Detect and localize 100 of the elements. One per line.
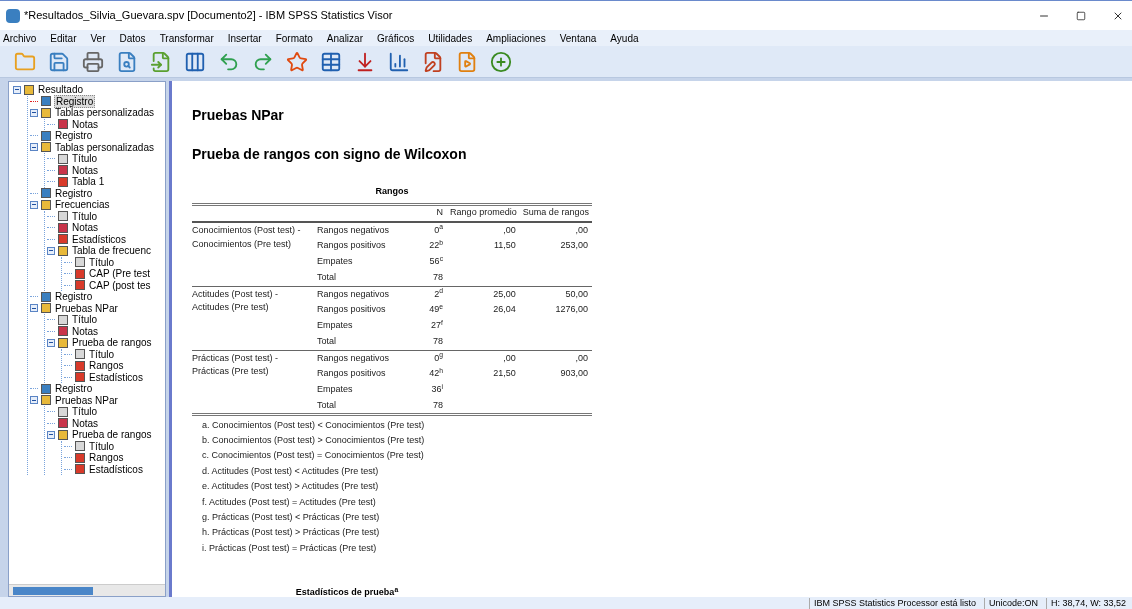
table-cell: Total: [317, 399, 336, 410]
document-search-icon[interactable]: [116, 50, 138, 73]
table-cell: 27$^{f}$: [431, 320, 443, 331]
menu-item[interactable]: Archivo: [3, 30, 37, 46]
tree-item[interactable]: Notas: [71, 118, 100, 130]
table-cell: Rangos positivos: [317, 304, 386, 315]
tree-item[interactable]: Registro: [54, 291, 94, 303]
plus-circle-icon[interactable]: [490, 50, 512, 73]
collapse-icon[interactable]: [30, 396, 38, 405]
tree-item[interactable]: Pruebas NPar: [54, 302, 119, 314]
star-icon[interactable]: [286, 50, 308, 73]
tree-item[interactable]: Registro: [54, 130, 94, 142]
table-cell: 50,00: [565, 288, 588, 299]
column-header: N: [436, 206, 443, 217]
table-footnote: d. Actitudes (Post test) < Actitudes (Pre test): [202, 464, 380, 478]
tree-item[interactable]: Título: [71, 314, 98, 326]
menu-item[interactable]: Utilidades: [428, 30, 473, 46]
table-cell: 21,50: [493, 368, 516, 379]
table-cell: 903,00: [560, 368, 588, 379]
window-title: *Resultados_Silvia_Guevara.spv [Documento2] - IBM SPSS Statistics Visor: [24, 8, 393, 24]
tree-item[interactable]: Registro: [54, 94, 96, 108]
tree-item[interactable]: Título: [88, 256, 115, 268]
tree-item[interactable]: Notas: [71, 164, 100, 176]
tree-item[interactable]: Título: [71, 406, 98, 418]
collapse-icon[interactable]: [47, 430, 55, 439]
tree-item[interactable]: Tabla de frecuenc: [71, 245, 152, 257]
table-cell: 36$^{i}$: [431, 384, 443, 395]
collapse-icon[interactable]: [47, 338, 55, 347]
table-cell: Total: [317, 336, 336, 346]
app-icon: [6, 8, 20, 23]
table-cell: 1276,00: [555, 304, 588, 315]
table-cell: ,00: [575, 224, 588, 235]
printer-icon[interactable]: [82, 50, 104, 73]
table-cell: Rangos positivos: [317, 240, 386, 251]
table-cell: 78: [433, 272, 443, 282]
menu-item[interactable]: Insertar: [227, 30, 262, 46]
tree-item[interactable]: Tablas personalizadas: [54, 141, 155, 153]
status-text: H: 38,74, W: 33,52: [1046, 597, 1130, 609]
table-cell: 0$^{g}$: [434, 352, 443, 363]
tree-item[interactable]: Tabla 1: [71, 176, 106, 188]
maximize-icon[interactable]: [1076, 10, 1086, 21]
collapse-icon[interactable]: [30, 108, 38, 117]
menu-item[interactable]: Editar: [50, 30, 77, 46]
tree-item[interactable]: Estadísticos: [71, 233, 127, 245]
tree-item[interactable]: CAP (Pre test: [88, 268, 151, 280]
row-group-label: Actitudes (Post test) - Actitudes (Pre test): [192, 288, 279, 312]
tree-item[interactable]: Notas: [71, 417, 100, 429]
menu-item[interactable]: Formato: [275, 30, 313, 46]
tree-item[interactable]: Notas: [71, 222, 100, 234]
collapse-icon[interactable]: [30, 143, 38, 152]
tree-item[interactable]: Título: [88, 348, 115, 360]
menu-item[interactable]: Gráficos: [377, 30, 415, 46]
tree-item[interactable]: Prueba de rangos: [71, 337, 153, 349]
menu-item[interactable]: Ampliaciones: [486, 30, 546, 46]
tree-item[interactable]: Registro: [54, 187, 94, 199]
table-cell: 253,00: [560, 240, 588, 251]
collapse-icon[interactable]: [30, 304, 38, 313]
tree-item[interactable]: Resultado: [37, 84, 85, 96]
tree-item[interactable]: Prueba de rangos: [71, 429, 153, 441]
collapse-icon[interactable]: [30, 200, 38, 209]
table-cell: Total: [317, 272, 336, 282]
tree-item[interactable]: Rangos: [88, 360, 125, 372]
tree-item[interactable]: CAP (post tes: [88, 279, 152, 291]
tree-item[interactable]: Título: [71, 153, 98, 165]
column-header: Suma de rangos: [522, 206, 589, 217]
row-group-label: Conocimientos (Post test) - Conocimientos (Pre test): [192, 225, 301, 249]
tree-item[interactable]: Título: [71, 210, 98, 222]
column-header: Rango promedio: [450, 206, 517, 217]
tree-item[interactable]: Estadísticos: [88, 463, 144, 475]
tree-item[interactable]: Tablas personalizadas: [54, 107, 155, 119]
tree-item[interactable]: Estadísticos: [88, 371, 144, 383]
tree-item[interactable]: Frecuencias: [54, 199, 111, 211]
tree-item[interactable]: Título: [88, 440, 115, 452]
table-cell: ,00: [503, 352, 516, 363]
tree-item[interactable]: Rangos: [88, 452, 125, 464]
tree-item[interactable]: Notas: [71, 325, 100, 337]
table-title: Rangos: [374, 185, 410, 198]
table-cell: 42$^{h}$: [429, 368, 443, 379]
row-group-label: Prácticas (Post test) - Prácticas (Pre test): [192, 352, 279, 376]
tree-item[interactable]: Pruebas NPar: [54, 394, 119, 406]
document-arrow-icon[interactable]: [150, 50, 172, 73]
table-cell: 25,00: [493, 288, 516, 299]
columns-icon[interactable]: [184, 50, 206, 73]
bar-chart-icon[interactable]: [388, 50, 410, 73]
table-footnote: a. Conocimientos (Post test) < Conocimientos (Pre test): [202, 418, 426, 432]
table-footnote: c. Conocimientos (Post test) = Conocimientos (Pre test): [202, 449, 425, 463]
menu-item[interactable]: Ver: [90, 30, 106, 46]
menu-item[interactable]: Ayuda: [610, 30, 639, 46]
table-cell: 56$^{c}$: [429, 256, 443, 267]
menu-item[interactable]: Ventana: [559, 30, 597, 46]
collapse-icon[interactable]: [13, 85, 21, 94]
collapse-icon[interactable]: [47, 246, 55, 255]
table-cell: ,00: [503, 224, 516, 235]
document-pen-icon[interactable]: [422, 50, 444, 73]
tree-item[interactable]: Registro: [54, 383, 94, 395]
section-heading: Pruebas NPar: [192, 106, 285, 125]
menu-item[interactable]: Analizar: [326, 30, 363, 46]
menu-item[interactable]: Datos: [119, 30, 146, 46]
horizontal-scrollbar[interactable]: [9, 584, 165, 596]
menu-item[interactable]: Transformar: [159, 30, 214, 46]
